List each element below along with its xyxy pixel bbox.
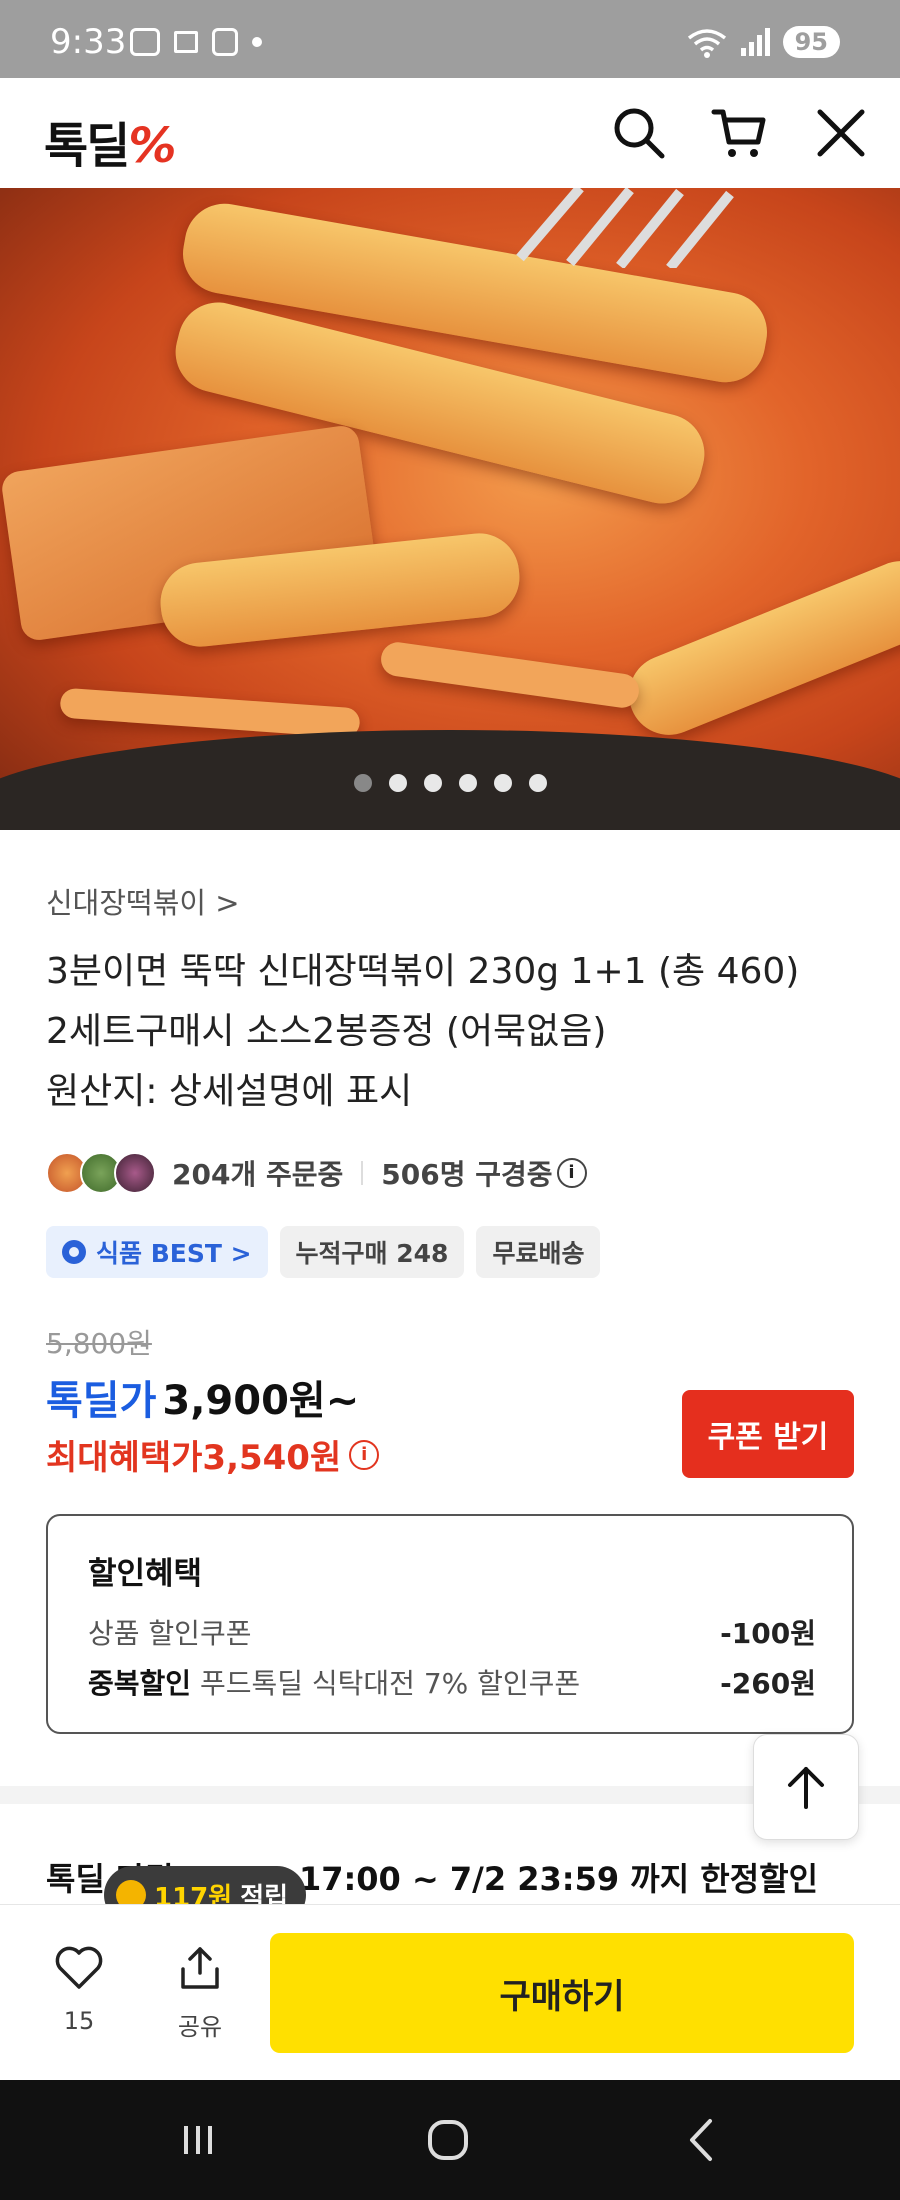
discount-row: 상품 할인쿠폰 -100원 bbox=[88, 1612, 816, 1652]
like-button[interactable]: 15 bbox=[34, 1945, 124, 2035]
social-proof: 204개 주문중 506명 구경중 i bbox=[46, 1152, 587, 1194]
carousel-dot[interactable] bbox=[493, 774, 512, 792]
original-price: 5,800원 bbox=[46, 1327, 152, 1360]
category-link[interactable]: 신대장떡볶이 > bbox=[46, 880, 240, 922]
deal-label: 톡딜가 bbox=[46, 1378, 157, 1424]
food-best-badge[interactable]: 식품 BEST > bbox=[46, 1226, 268, 1278]
max-benefit-label: 최대혜택가 bbox=[46, 1438, 203, 1478]
title-line: 3분이면 뚝딱 신대장떡볶이 230g 1+1 (총 460) bbox=[46, 951, 800, 992]
product-hero-image[interactable] bbox=[0, 188, 900, 830]
discount-amount: -100원 bbox=[720, 1617, 816, 1650]
discount-label: 중복할인 푸드톡딜 식탁대전 7% 할인쿠폰 bbox=[88, 1662, 580, 1702]
buy-button[interactable]: 구매하기 bbox=[270, 1933, 854, 2053]
wifi-icon bbox=[687, 29, 726, 58]
share-button[interactable]: 공유 bbox=[155, 1945, 245, 2042]
signal-icon bbox=[740, 28, 770, 56]
cart-button[interactable] bbox=[710, 104, 768, 162]
fork-icon bbox=[516, 188, 734, 268]
screenshot-icon bbox=[130, 28, 160, 56]
battery-indicator: 95 bbox=[782, 26, 840, 58]
talkdeal-logo[interactable]: 톡딜% bbox=[44, 106, 176, 176]
info-icon[interactable]: i bbox=[556, 1158, 587, 1188]
discount-benefits-box: 할인혜택 상품 할인쿠폰 -100원 중복할인 푸드톡딜 식탁대전 7% 할인쿠… bbox=[46, 1514, 854, 1734]
like-count: 15 bbox=[63, 2007, 95, 2035]
share-label: 공유 bbox=[177, 2013, 223, 2041]
cart-icon bbox=[711, 109, 766, 157]
get-coupon-button[interactable]: 쿠폰 받기 bbox=[682, 1390, 854, 1478]
recent-apps-button[interactable] bbox=[168, 2110, 228, 2170]
discount-amount: -260원 bbox=[720, 1667, 816, 1700]
free-shipping-badge: 무료배송 bbox=[476, 1226, 601, 1278]
more-notifications-dot bbox=[252, 37, 262, 47]
rice-cake-shape bbox=[617, 549, 900, 747]
carousel-dot[interactable] bbox=[353, 774, 372, 792]
status-notification-icons bbox=[130, 28, 262, 56]
discount-row: 중복할인 푸드톡딜 식탁대전 7% 할인쿠폰 -260원 bbox=[88, 1662, 816, 1702]
status-time: 9:33 bbox=[50, 22, 127, 62]
deal-price: 3,900원~ bbox=[162, 1378, 360, 1424]
badge-label: 식품 BEST > bbox=[96, 1239, 252, 1268]
badge-icon bbox=[62, 1240, 86, 1264]
app-notification-icon-2 bbox=[212, 28, 238, 56]
home-button[interactable] bbox=[418, 2110, 478, 2170]
recent-apps-icon bbox=[184, 2126, 212, 2154]
scroll-to-top-button[interactable] bbox=[753, 1734, 859, 1840]
discount-label: 상품 할인쿠폰 bbox=[88, 1617, 252, 1650]
carousel-dot[interactable] bbox=[423, 774, 442, 792]
noodle-shape bbox=[378, 640, 642, 710]
noodle-shape bbox=[59, 687, 361, 739]
logo-text: 톡딜 bbox=[44, 118, 130, 174]
discount-label-text: 푸드톡딜 식탁대전 7% 할인쿠폰 bbox=[191, 1667, 581, 1700]
product-title: 3분이면 뚝딱 신대장떡볶이 230g 1+1 (총 460) 2세트구매시 소… bbox=[46, 942, 866, 1122]
close-button[interactable] bbox=[812, 104, 870, 162]
back-button[interactable] bbox=[672, 2110, 732, 2170]
heart-icon bbox=[55, 1946, 103, 1989]
carousel-dots[interactable] bbox=[0, 774, 900, 792]
home-icon bbox=[428, 2120, 468, 2160]
bottom-action-bar: 15 공유 구매하기 bbox=[0, 1904, 900, 2080]
divider bbox=[361, 1161, 364, 1185]
info-icon[interactable]: i bbox=[349, 1439, 380, 1470]
deal-price-row: 톡딜가 3,900원~ bbox=[46, 1368, 359, 1426]
viewers-count: 506명 구경중 bbox=[381, 1158, 553, 1191]
status-right-icons: 95 bbox=[685, 26, 840, 58]
arrow-up-icon bbox=[788, 1767, 824, 1809]
orders-count: 204개 주문중 bbox=[172, 1158, 344, 1191]
status-bar: 9:33 95 bbox=[0, 0, 900, 78]
avatar bbox=[114, 1152, 156, 1194]
buyer-avatars bbox=[46, 1152, 156, 1194]
title-line: 2세트구매시 소스2봉증정 (어묵없음) bbox=[46, 1011, 607, 1052]
carousel-dot[interactable] bbox=[458, 774, 477, 792]
app-header: 톡딜% bbox=[0, 78, 900, 188]
system-navigation-bar bbox=[0, 2080, 900, 2200]
discount-label-bold: 중복할인 bbox=[88, 1667, 192, 1700]
carousel-dot[interactable] bbox=[388, 774, 407, 792]
cumulative-purchase-badge: 누적구매 248 bbox=[279, 1226, 465, 1278]
carousel-dot[interactable] bbox=[528, 774, 547, 792]
max-benefit-row: 최대혜택가 3,540원 i bbox=[46, 1430, 380, 1479]
product-badges: 식품 BEST > 누적구매 248 무료배송 bbox=[46, 1226, 601, 1278]
logo-symbol: % bbox=[128, 118, 176, 174]
title-line: 원산지: 상세설명에 표시 bbox=[46, 1071, 413, 1112]
search-button[interactable] bbox=[610, 104, 668, 162]
app-notification-icon bbox=[174, 31, 198, 53]
discount-title: 할인혜택 bbox=[88, 1556, 203, 1592]
max-benefit-price: 3,540원 bbox=[202, 1438, 342, 1478]
search-icon bbox=[614, 108, 665, 159]
back-icon bbox=[690, 2119, 712, 2161]
share-icon bbox=[181, 1947, 219, 1989]
close-icon bbox=[817, 109, 865, 157]
